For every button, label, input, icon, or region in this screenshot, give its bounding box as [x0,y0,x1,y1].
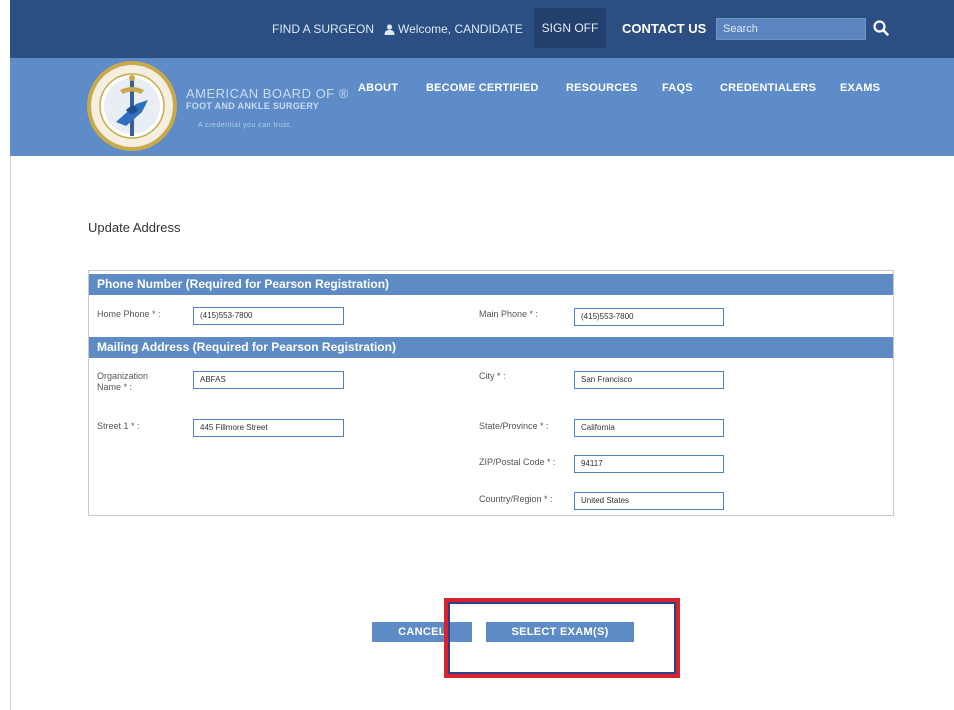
abfas-seal-logo[interactable] [86,60,178,152]
city-label: City * : [479,371,506,381]
phone-section-heading: Phone Number (Required for Pearson Regis… [89,274,893,295]
org-name-line2: FOOT AND ANKLE SURGERY [186,101,320,111]
country-field[interactable]: United States [574,492,724,510]
search-box [716,18,866,40]
search-input[interactable] [717,19,865,39]
main-phone-label: Main Phone * : [479,309,539,319]
highlight-box-inner [448,602,676,674]
address-form: Phone Number (Required for Pearson Regis… [88,270,894,516]
street-label: Street 1 * : [97,421,140,431]
nav-about[interactable]: ABOUT [358,82,398,94]
search-icon[interactable] [872,19,890,37]
user-icon [384,24,395,36]
state-label: State/Province * : [479,421,549,431]
main-phone-field[interactable]: (415)553-7800 [574,308,724,326]
country-label: Country/Region * : [479,494,553,504]
top-utility-bar: FIND A SURGEON Welcome, CANDIDATE SIGN O… [10,0,954,58]
zip-label: ZIP/Postal Code * : [479,457,556,467]
find-surgeon-link[interactable]: FIND A SURGEON [272,18,374,40]
nav-resources[interactable]: RESOURCES [566,82,637,94]
nav-faqs[interactable]: FAQS [662,82,693,94]
city-field[interactable]: San Francisco [574,371,724,389]
page-title: Update Address [88,220,181,235]
welcome-text: Welcome, CANDIDATE [398,22,523,36]
welcome-user[interactable]: Welcome, CANDIDATE [384,18,523,40]
organization-name: AMERICAN BOARD OF ® FOOT AND ANKLE SURGE… [186,86,349,132]
org-tagline: A credential you can trust. [198,122,293,129]
content-left-border [10,156,11,710]
nav-exams[interactable]: EXAMS [840,82,880,94]
nav-credentialers[interactable]: CREDENTIALERS [720,82,816,94]
org-name-label: Organization Name * : [97,371,148,393]
organization-name-field[interactable]: ABFAS [193,371,344,389]
org-name-label-line1: Organization [97,371,149,381]
contact-us-link[interactable]: CONTACT US [622,18,706,40]
state-field[interactable]: California [574,419,724,437]
zip-field[interactable]: 94117 [574,455,724,473]
org-name-label-line2: Name * : [97,382,133,392]
org-name-line1: AMERICAN BOARD OF ® [186,86,349,101]
nav-become-certified[interactable]: BECOME CERTIFIED [426,82,539,94]
home-phone-field[interactable]: (415)553-7800 [193,307,344,325]
home-phone-label: Home Phone * : [97,309,161,319]
mailing-section-heading: Mailing Address (Required for Pearson Re… [89,337,893,358]
street-field[interactable]: 445 Fillmore Street [193,419,344,437]
sign-off-button[interactable]: SIGN OFF [534,8,606,48]
